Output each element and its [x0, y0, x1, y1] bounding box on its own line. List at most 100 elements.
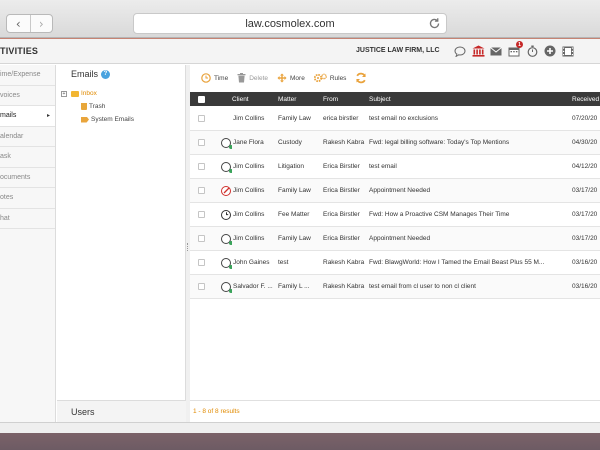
- app-window: TIVITIES JUSTICE LAW FIRM, LLC 1 ime/Exp…: [0, 39, 600, 422]
- cell-client: Jim Collins: [233, 235, 265, 242]
- rules-button[interactable]: Rules: [313, 73, 346, 83]
- active-arrow-icon: ▸: [46, 113, 50, 120]
- column-header-from[interactable]: From: [323, 92, 367, 106]
- folder-tree: + Inbox Trash System Emails: [61, 87, 184, 126]
- nav-item-invoices[interactable]: voices: [0, 86, 55, 106]
- email-row[interactable]: Jim Collins Litigation Erica Birstler test …: [190, 155, 600, 179]
- cell-received: 03/17/20: [572, 211, 598, 218]
- nav-item-label: ocuments: [0, 173, 31, 181]
- stopwatch-icon[interactable]: [524, 42, 540, 60]
- time-button[interactable]: Time: [201, 73, 228, 83]
- email-row[interactable]: Jim Collins Family Law Erica Birstler Appoi…: [190, 227, 600, 251]
- email-row[interactable]: Jane Flora Custody Rakesh Kabra Fwd: legal …: [190, 131, 600, 155]
- column-header-client[interactable]: Client: [232, 92, 277, 106]
- move-arrows-icon: [277, 73, 287, 83]
- email-row[interactable]: Jim Collins Family Law erica birstler test …: [190, 107, 600, 131]
- folder-inbox[interactable]: + Inbox: [61, 87, 184, 100]
- cell-received: 03/16/20: [572, 283, 598, 290]
- email-toolbar: Time Delete More Rules: [190, 65, 600, 91]
- nav-item-calendar[interactable]: alendar: [0, 127, 55, 147]
- clock-icon: [201, 73, 211, 83]
- calendar-badge: 1: [516, 41, 523, 48]
- cell-client: Jim Collins: [233, 211, 265, 218]
- splitter-grip-icon[interactable]: [187, 243, 189, 251]
- cell-matter: Litigation: [278, 163, 305, 170]
- nav-item-emails[interactable]: mails ▸: [0, 106, 55, 127]
- cell-subject: Fwd: BlawgWorld: How I Tamed the Email B…: [369, 259, 545, 266]
- cell-received: 03/16/20: [572, 259, 598, 266]
- cell-matter: Family L ...: [278, 283, 310, 290]
- email-row[interactable]: Jim Collins Fee Matter Erica Birstler Fwd: …: [190, 203, 600, 227]
- cell-received: 04/12/20: [572, 163, 598, 170]
- cell-client: Jim Collins: [233, 187, 265, 194]
- cell-subject: test email from cl user to non cl client: [369, 283, 476, 290]
- app-header: TIVITIES JUSTICE LAW FIRM, LLC 1: [0, 39, 600, 64]
- header-icons: 1: [452, 41, 576, 60]
- email-row[interactable]: Jim Collins Family Law Erica Birstler Appoi…: [190, 179, 600, 203]
- expand-toggle-icon[interactable]: +: [61, 90, 67, 97]
- activities-nav: ime/Expense voices mails ▸ alendar ask oc…: [0, 65, 56, 422]
- row-checkbox[interactable]: [197, 163, 205, 170]
- delete-button[interactable]: Delete: [237, 73, 268, 83]
- row-checkbox[interactable]: [197, 187, 205, 194]
- folder-label: System Emails: [91, 116, 134, 123]
- folder-trash[interactable]: Trash: [61, 100, 184, 113]
- reload-icon[interactable]: [428, 17, 441, 30]
- history-nav: ‹ ›: [6, 14, 53, 33]
- unlinked-email-icon: [221, 185, 231, 196]
- email-row[interactable]: Salvador F. ... Family L ... Rakesh Kabra t…: [190, 275, 600, 299]
- linked-email-icon: [221, 137, 232, 149]
- row-checkbox[interactable]: [197, 139, 205, 146]
- nav-item-label: ime/Expense: [0, 71, 41, 79]
- row-checkbox[interactable]: [197, 235, 205, 242]
- refresh-icon: [356, 72, 367, 84]
- row-checkbox[interactable]: [197, 115, 205, 122]
- nav-item-label: mails: [0, 112, 17, 120]
- firm-name[interactable]: JUSTICE LAW FIRM, LLC: [356, 47, 440, 54]
- select-all-checkbox[interactable]: [197, 95, 205, 103]
- column-header-received[interactable]: Received: [572, 92, 600, 106]
- more-button[interactable]: More: [277, 73, 305, 83]
- envelope-icon[interactable]: [488, 42, 504, 60]
- cell-client: Jim Collins: [233, 163, 265, 170]
- email-row[interactable]: John Gaines test Rakesh Kabra Fwd: BlawgWor…: [190, 251, 600, 275]
- nav-item-label: ask: [0, 153, 11, 161]
- row-checkbox[interactable]: [197, 259, 205, 266]
- column-header-subject[interactable]: Subject: [369, 92, 569, 106]
- column-header-matter[interactable]: Matter: [278, 92, 322, 106]
- calendar-icon[interactable]: 1: [506, 41, 523, 60]
- nav-item-task[interactable]: ask: [0, 147, 55, 168]
- nav-item-chat[interactable]: hat: [0, 209, 55, 229]
- row-checkbox[interactable]: [197, 211, 205, 218]
- panel-title: Emails ?: [71, 69, 111, 79]
- nav-item-documents[interactable]: ocuments: [0, 168, 55, 188]
- tag-icon: [81, 116, 89, 123]
- users-section[interactable]: Users: [57, 400, 186, 422]
- linked-email-icon: [221, 161, 232, 173]
- back-button[interactable]: ‹: [7, 15, 30, 32]
- cell-from: Rakesh Kabra: [323, 139, 365, 146]
- email-folders-panel: Emails ? + Inbox Trash System Emails Use…: [57, 65, 186, 422]
- nav-item-label: voices: [0, 91, 20, 99]
- row-checkbox[interactable]: [197, 283, 205, 290]
- folder-system-emails[interactable]: System Emails: [61, 113, 184, 126]
- bank-icon[interactable]: [470, 42, 486, 60]
- film-icon[interactable]: [560, 42, 576, 60]
- cell-subject: Fwd: legal billing software: Today's Top…: [369, 139, 510, 146]
- forward-button[interactable]: ›: [29, 15, 53, 32]
- cell-matter: Family Law: [278, 235, 311, 242]
- help-icon[interactable]: ?: [101, 69, 111, 79]
- cell-subject: Appointment Needed: [369, 187, 431, 194]
- cell-received: 03/17/20: [572, 187, 598, 194]
- cell-subject: Appointment Needed: [369, 235, 431, 242]
- nav-item-time-expense[interactable]: ime/Expense: [0, 65, 55, 86]
- section-title: TIVITIES: [0, 46, 39, 56]
- plus-circle-icon[interactable]: [542, 42, 558, 60]
- address-bar[interactable]: law.cosmolex.com: [133, 13, 447, 34]
- nav-item-notes[interactable]: otes: [0, 188, 55, 209]
- linked-email-icon: [221, 281, 232, 293]
- chat-bubble-icon[interactable]: [452, 42, 468, 60]
- cell-client: Salvador F. ...: [233, 283, 273, 290]
- linked-email-icon: [221, 233, 232, 245]
- refresh-button[interactable]: [355, 72, 367, 84]
